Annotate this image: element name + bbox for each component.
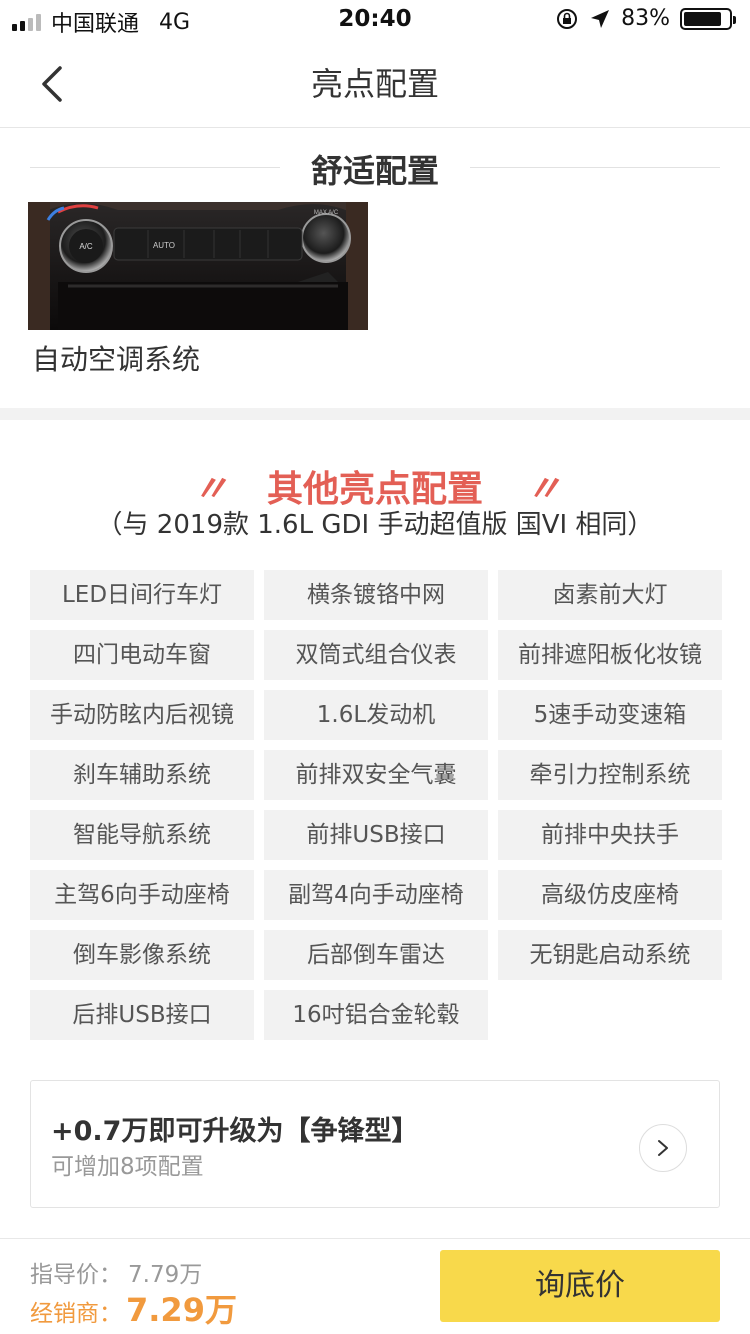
dealer-price: 经销商： 7.29万 (30, 1285, 237, 1331)
feature-chip: 16吋铝合金轮毂 (264, 990, 488, 1040)
feature-chip: 牵引力控制系统 (498, 750, 722, 800)
highlights-subtitle: （与 2019款 1.6L GDI 手动超值版 国VI 相同） (96, 510, 654, 540)
back-button[interactable] (34, 62, 74, 106)
page-title: 亮点配置 (310, 65, 439, 103)
feature-chip: 手动防眩内后视镜 (30, 690, 254, 740)
battery-icon (680, 7, 736, 30)
feature-chip: 前排双安全气囊 (264, 750, 488, 800)
feature-chip: 卤素前大灯 (498, 570, 722, 620)
upgrade-title: +0.7万即可升级为【争锋型】 (51, 1116, 419, 1147)
chevron-right-icon (658, 1140, 668, 1156)
feature-chip: 1.6L发动机 (264, 690, 488, 740)
upgrade-card[interactable]: +0.7万即可升级为【争锋型】 可增加8项配置 (30, 1080, 720, 1208)
guide-price: 指导价： 7.79万 (30, 1255, 202, 1289)
comfort-section-header: 舒适配置 (0, 140, 750, 196)
feature-chip: LED日间行车灯 (30, 570, 254, 620)
photo-label-max: MAX A/C (314, 210, 339, 216)
feature-chip: 后排USB接口 (30, 990, 254, 1040)
battery-percent: 83% (621, 6, 670, 31)
upgrade-subtitle: 可增加8项配置 (51, 1154, 204, 1180)
feature-chip: 横条镀铬中网 (264, 570, 488, 620)
feature-chip: 主驾6向手动座椅 (30, 870, 254, 920)
feature-chip: 5速手动变速箱 (498, 690, 722, 740)
ask-lowest-price-button[interactable]: 询底价 (440, 1250, 720, 1322)
climate-control-photo[interactable]: A/C AUTO MAX A/C (28, 202, 368, 330)
orientation-lock-icon (557, 8, 578, 29)
feature-chip: 高级仿皮座椅 (498, 870, 722, 920)
section-separator (0, 408, 750, 420)
status-bar: 中国联通 4G 20:40 83% (0, 0, 750, 40)
feature-chip: 智能导航系统 (30, 810, 254, 860)
feature-chip: 前排中央扶手 (498, 810, 722, 860)
feature-chip: 无钥匙启动系统 (498, 930, 722, 980)
photo-label-auto: AUTO (153, 241, 175, 250)
feature-chip: 双筒式组合仪表 (264, 630, 488, 680)
upgrade-arrow-button[interactable] (639, 1124, 687, 1172)
highlight-feature-grid: LED日间行车灯 横条镀铬中网 卤素前大灯 四门电动车窗 双筒式组合仪表 前排遮… (30, 570, 722, 1040)
feature-chip: 刹车辅助系统 (30, 750, 254, 800)
photo-label-ac: A/C (79, 242, 93, 251)
feature-chip: 前排遮阳板化妆镜 (498, 630, 722, 680)
feature-chip: 倒车影像系统 (30, 930, 254, 980)
dealer-price-label: 经销商： (30, 1301, 122, 1327)
comfort-item-caption: 自动空调系统 (32, 343, 201, 376)
chevron-left-icon (42, 66, 62, 102)
dealer-price-value: 7.29万 (126, 1291, 237, 1329)
feature-chip: 四门电动车窗 (30, 630, 254, 680)
location-arrow-icon (591, 9, 610, 28)
feature-chip: 前排USB接口 (264, 810, 488, 860)
comfort-section-title: 舒适配置 (310, 152, 439, 190)
nav-bar: 亮点配置 (0, 40, 750, 128)
feature-chip: 副驾4向手动座椅 (264, 870, 488, 920)
feature-chip: 后部倒车雷达 (264, 930, 488, 980)
bottom-price-bar: 指导价： 7.79万 经销商： 7.29万 询底价 (0, 1238, 750, 1334)
